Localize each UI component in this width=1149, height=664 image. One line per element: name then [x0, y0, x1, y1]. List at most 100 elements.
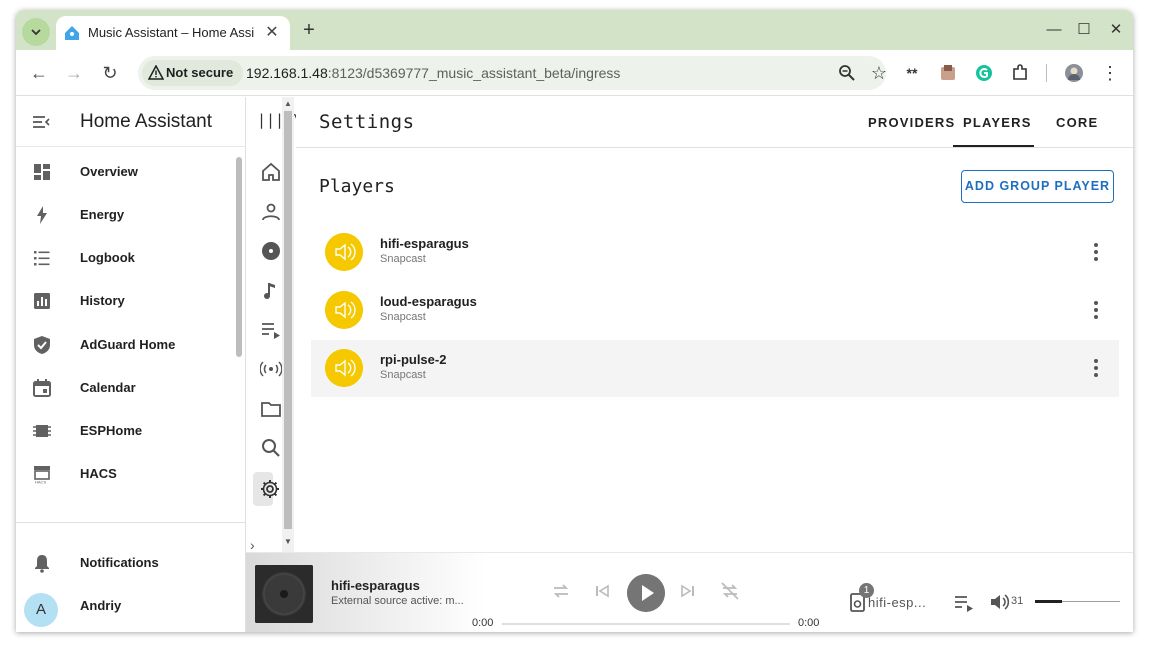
seek-bar[interactable] — [502, 623, 790, 625]
music-note-icon[interactable] — [260, 280, 282, 302]
next-icon[interactable] — [678, 581, 698, 601]
repeat-icon[interactable] — [551, 581, 571, 601]
shuffle-disabled-icon[interactable] — [720, 581, 740, 601]
extension-icon[interactable] — [938, 63, 958, 83]
back-icon[interactable]: ← — [28, 62, 50, 84]
time-total: 0:00 — [798, 617, 820, 629]
sidebar-item-hacs[interactable]: HACS HACS — [16, 453, 238, 496]
sidebar-item-energy[interactable]: Energy — [16, 194, 238, 237]
album-icon[interactable] — [260, 240, 282, 262]
security-label: Not secure — [166, 65, 234, 80]
sidebar-item-history[interactable]: History — [16, 280, 238, 323]
chip-icon — [33, 425, 51, 437]
folder-icon[interactable] — [260, 398, 282, 420]
zoom-icon[interactable] — [838, 64, 856, 82]
sidebar-item-calendar[interactable]: Calendar — [16, 367, 238, 410]
sidebar-item-adguard[interactable]: AdGuard Home — [16, 324, 238, 367]
new-tab-icon[interactable]: + — [298, 19, 320, 41]
play-icon[interactable] — [627, 574, 665, 612]
star-icon[interactable]: ☆ — [870, 64, 888, 82]
scroll-down-icon[interactable]: ▼ — [284, 537, 292, 546]
player-name: loud-esparagus — [380, 294, 477, 309]
browser-tab[interactable]: Music Assistant – Home Assi ✕ — [56, 16, 290, 50]
tab-providers[interactable]: PROVIDERS — [868, 115, 955, 130]
sidebar-item-overview[interactable]: Overview — [16, 151, 238, 194]
volume-slider-fill[interactable] — [1035, 600, 1062, 603]
add-group-player-button[interactable]: ADD GROUP PLAYER — [961, 170, 1114, 203]
tab-core[interactable]: CORE — [1056, 115, 1098, 130]
ha-sidebar: Home Assistant Overview Energy Logbook H… — [16, 97, 246, 632]
settings-header: Settings PROVIDERS PLAYERS CORE — [296, 97, 1133, 148]
sidebar-item-user[interactable]: A Andriy — [16, 585, 238, 628]
speaker-icon — [325, 349, 363, 387]
grammarly-icon[interactable] — [974, 63, 994, 83]
expand-rail-icon[interactable]: › — [250, 537, 255, 553]
sidebar-item-logbook[interactable]: Logbook — [16, 237, 238, 280]
player-name: hifi-esparagus — [380, 236, 469, 251]
active-tab-indicator — [953, 145, 1034, 147]
volume-icon[interactable] — [988, 591, 1010, 613]
shield-icon — [34, 336, 50, 354]
close-window-icon[interactable]: ✕ — [1106, 20, 1126, 40]
rail-scrollbar-thumb[interactable] — [284, 111, 292, 529]
more-options-icon[interactable] — [1087, 240, 1105, 264]
ha-sidebar-scrollbar[interactable] — [236, 157, 242, 357]
chevron-down-icon — [31, 29, 41, 36]
more-options-icon[interactable] — [1087, 356, 1105, 380]
maximize-icon[interactable]: ☐ — [1074, 20, 1094, 40]
queue-icon[interactable] — [953, 592, 975, 614]
ha-sidebar-header: Home Assistant — [16, 97, 246, 147]
sidebar-item-label: Energy — [80, 207, 125, 222]
album-art-icon[interactable] — [255, 565, 313, 623]
forward-icon[interactable]: → — [63, 62, 85, 84]
store-icon: HACS — [34, 466, 50, 484]
reload-icon[interactable]: ↻ — [99, 62, 121, 84]
browser-window: Music Assistant – Home Assi ✕ + — ☐ ✕ ← … — [16, 10, 1133, 632]
rail-scrollbar[interactable] — [282, 97, 294, 552]
tab-players[interactable]: PLAYERS — [963, 115, 1032, 130]
extension-asterisk[interactable]: ** — [902, 63, 922, 83]
home-icon[interactable] — [260, 161, 282, 183]
tab-strip: Music Assistant – Home Assi ✕ + — ☐ ✕ — [16, 10, 1133, 50]
bell-icon — [35, 555, 49, 573]
address-bar[interactable]: Not secure 192.168.1.48:8123/d5369777_mu… — [138, 56, 888, 90]
tab-close-icon[interactable]: ✕ — [262, 23, 282, 43]
minimize-icon[interactable]: — — [1044, 20, 1064, 40]
security-chip[interactable]: Not secure — [142, 60, 244, 86]
settings-main: Settings PROVIDERS PLAYERS CORE Players … — [296, 97, 1133, 552]
sidebar-item-esphome[interactable]: ESPHome — [16, 410, 238, 453]
ha-title: Home Assistant — [80, 111, 212, 132]
browser-toolbar: ← → ↻ Not secure 192.168.1.48:8123/d5369… — [16, 50, 1133, 96]
url-path: :8123/d5369777_music_assistant_beta/ingr… — [327, 65, 621, 81]
player-row[interactable]: rpi-pulse-2 Snapcast — [311, 340, 1119, 397]
previous-icon[interactable] — [592, 581, 612, 601]
player-row[interactable]: loud-esparagus Snapcast — [311, 282, 1119, 339]
puzzle-icon[interactable] — [1010, 63, 1030, 83]
now-playing-title: hifi-esparagus — [331, 578, 420, 593]
search-icon[interactable] — [260, 437, 282, 459]
radio-icon[interactable] — [260, 358, 282, 380]
browser-menu-icon[interactable]: ⋮ — [1100, 63, 1120, 83]
sidebar-item-label: HACS — [80, 466, 117, 481]
avatar: A — [24, 593, 58, 627]
toolbar-divider — [1046, 64, 1047, 82]
sidebar-item-label: Calendar — [80, 380, 136, 395]
active-player-name[interactable]: hifi-esp... — [868, 595, 926, 610]
tab-title: Music Assistant – Home Assi — [88, 25, 255, 40]
profile-avatar-icon[interactable] — [1064, 63, 1084, 83]
sidebar-item-notifications[interactable]: Notifications — [16, 542, 238, 585]
tab-search-button[interactable] — [22, 18, 50, 46]
sidebar-item-label: Andriy — [80, 598, 122, 613]
calendar-icon — [33, 379, 51, 397]
ha-sidebar-divider — [16, 522, 246, 523]
sidebar-item-label: Notifications — [80, 555, 159, 570]
artist-icon[interactable] — [260, 201, 282, 223]
collapse-menu-icon[interactable] — [32, 113, 50, 131]
home-assistant-favicon-icon — [65, 26, 79, 40]
scroll-up-icon[interactable]: ▲ — [284, 99, 292, 108]
playlist-icon[interactable] — [260, 319, 282, 341]
player-row[interactable]: hifi-esparagus Snapcast — [311, 224, 1119, 281]
gear-icon[interactable] — [259, 478, 281, 500]
dashboard-icon — [34, 164, 50, 180]
more-options-icon[interactable] — [1087, 298, 1105, 322]
